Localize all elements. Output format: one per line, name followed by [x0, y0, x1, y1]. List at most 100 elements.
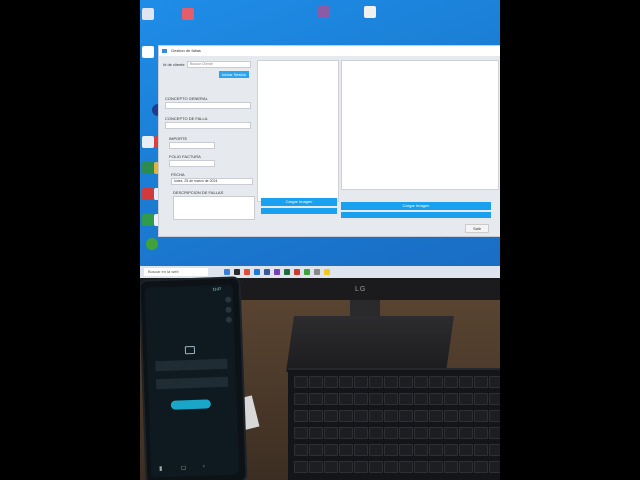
taskbar-icon-5[interactable]: [264, 269, 270, 275]
folio-input[interactable]: [169, 160, 215, 167]
keyboard-key[interactable]: [414, 427, 428, 439]
keyboard-key[interactable]: [399, 427, 413, 439]
keyboard-key[interactable]: [429, 427, 443, 439]
search-input[interactable]: Buscar Cliente: [187, 61, 251, 68]
taskbar-icon-4[interactable]: [254, 269, 260, 275]
keyboard-key[interactable]: [489, 376, 500, 388]
keyboard-key[interactable]: [384, 444, 398, 456]
taskbar-icon-10[interactable]: [314, 269, 320, 275]
taskbar-icon-2[interactable]: [234, 269, 240, 275]
keyboard-key[interactable]: [339, 427, 353, 439]
keyboard-key[interactable]: [309, 393, 323, 405]
keyboard-key[interactable]: [354, 461, 368, 473]
keyboard-key[interactable]: [339, 376, 353, 388]
keyboard-key[interactable]: [444, 393, 458, 405]
concepto-general-input[interactable]: [165, 102, 251, 109]
keyboard-key[interactable]: [309, 410, 323, 422]
upload-left-button[interactable]: [261, 208, 337, 214]
taskbar-icon-8[interactable]: [294, 269, 300, 275]
load-image-left-button[interactable]: Cargar Imagen: [261, 198, 337, 206]
keyboard-key[interactable]: [369, 410, 383, 422]
phone-nav-recent-icon[interactable]: ▮: [159, 465, 163, 472]
concepto-detalle-input[interactable]: [165, 122, 251, 129]
keyboard-key[interactable]: [429, 410, 443, 422]
keyboard-key[interactable]: [429, 393, 443, 405]
keyboard-key[interactable]: [369, 393, 383, 405]
taskbar-icon-9[interactable]: [304, 269, 310, 275]
keyboard-key[interactable]: [369, 376, 383, 388]
keyboard-key[interactable]: [294, 376, 308, 388]
desktop-icon-top-4[interactable]: [364, 6, 376, 18]
keyboard-key[interactable]: [339, 461, 353, 473]
keyboard-key[interactable]: [459, 393, 473, 405]
search-button[interactable]: Iniciar Sesión: [219, 71, 249, 78]
keyboard-key[interactable]: [294, 393, 308, 405]
keyboard-key[interactable]: [339, 444, 353, 456]
keyboard-key[interactable]: [369, 444, 383, 456]
taskbar-icon-6[interactable]: [274, 269, 280, 275]
taskbar-search[interactable]: Buscar en la web: [144, 268, 208, 276]
desktop-icon-left-9[interactable]: [142, 214, 154, 226]
keyboard-key[interactable]: [399, 393, 413, 405]
keyboard-key[interactable]: [354, 444, 368, 456]
keyboard-key[interactable]: [474, 427, 488, 439]
keyboard-key[interactable]: [384, 376, 398, 388]
keyboard-key[interactable]: [324, 427, 338, 439]
keyboard-key[interactable]: [444, 376, 458, 388]
keyboard-key[interactable]: [459, 461, 473, 473]
keyboard-key[interactable]: [414, 410, 428, 422]
load-image-right-button[interactable]: Cargar Imagen: [341, 202, 491, 210]
keyboard-key[interactable]: [324, 410, 338, 422]
keyboard-key[interactable]: [459, 427, 473, 439]
keyboard-key[interactable]: [429, 376, 443, 388]
keyboard-key[interactable]: [324, 393, 338, 405]
keyboard-key[interactable]: [429, 461, 443, 473]
keyboard-key[interactable]: [444, 410, 458, 422]
desktop-icon-left-7[interactable]: [142, 188, 154, 200]
salir-button[interactable]: Salir: [465, 224, 489, 233]
keyboard-key[interactable]: [399, 376, 413, 388]
keyboard-key[interactable]: [414, 393, 428, 405]
keyboard-key[interactable]: [354, 376, 368, 388]
keyboard-key[interactable]: [384, 461, 398, 473]
desktop-icon-left-11[interactable]: [146, 238, 158, 250]
keyboard-key[interactable]: [369, 461, 383, 473]
keyboard-key[interactable]: [324, 461, 338, 473]
keyboard-key[interactable]: [324, 444, 338, 456]
importe-input[interactable]: [169, 142, 215, 149]
phone-nav-back-icon[interactable]: ‹: [203, 464, 205, 470]
keyboard-key[interactable]: [414, 376, 428, 388]
taskbar-icon-7[interactable]: [284, 269, 290, 275]
keyboard-key[interactable]: [369, 427, 383, 439]
keyboard-key[interactable]: [309, 427, 323, 439]
keyboard-key[interactable]: [444, 444, 458, 456]
keyboard-key[interactable]: [489, 427, 500, 439]
keyboard-key[interactable]: [414, 461, 428, 473]
keyboard-key[interactable]: [384, 393, 398, 405]
keyboard-key[interactable]: [309, 444, 323, 456]
keyboard-key[interactable]: [489, 444, 500, 456]
keyboard-key[interactable]: [399, 444, 413, 456]
desktop-icon-top-2[interactable]: [182, 8, 194, 20]
taskbar-icon-3[interactable]: [244, 269, 250, 275]
keyboard-key[interactable]: [294, 410, 308, 422]
keyboard-key[interactable]: [474, 410, 488, 422]
keyboard-key[interactable]: [444, 461, 458, 473]
keyboard-key[interactable]: [429, 444, 443, 456]
keyboard-key[interactable]: [459, 410, 473, 422]
taskbar-icon-1[interactable]: [224, 269, 230, 275]
descripcion-textarea[interactable]: [173, 196, 255, 220]
keyboard-key[interactable]: [474, 376, 488, 388]
fecha-picker[interactable]: lunes, 25 de marzo de 2024: [171, 178, 253, 185]
phone-side-button-2[interactable]: [225, 306, 232, 313]
keyboard-key[interactable]: [459, 376, 473, 388]
keyboard-key[interactable]: [294, 444, 308, 456]
keyboard-key[interactable]: [354, 427, 368, 439]
phone-side-button-1[interactable]: [225, 296, 232, 303]
keyboard-key[interactable]: [489, 410, 500, 422]
keyboard-key[interactable]: [474, 461, 488, 473]
phone-side-button-3[interactable]: [225, 316, 232, 323]
taskbar-icon-11[interactable]: [324, 269, 330, 275]
keyboard-key[interactable]: [339, 410, 353, 422]
keyboard-key[interactable]: [309, 376, 323, 388]
